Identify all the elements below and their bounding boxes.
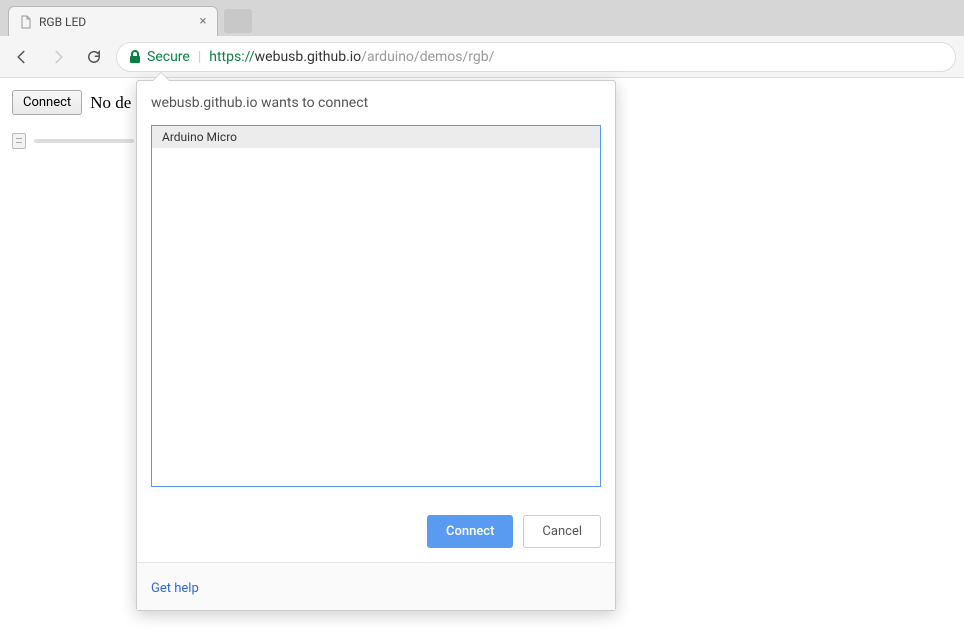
secure-label: Secure xyxy=(147,49,190,65)
url-host: webusb.github.io xyxy=(255,49,362,65)
lock-icon xyxy=(129,50,141,64)
tab-title: RGB LED xyxy=(39,15,86,29)
url-separator: | xyxy=(198,49,201,65)
reload-button[interactable] xyxy=(80,43,108,71)
device-list-item[interactable]: Arduino Micro xyxy=(152,126,600,148)
get-help-link[interactable]: Get help xyxy=(151,581,199,596)
dialog-connect-button[interactable]: Connect xyxy=(427,515,513,548)
forward-button xyxy=(44,43,72,71)
secure-badge[interactable]: Secure xyxy=(129,49,190,65)
tab-bar: RGB LED × xyxy=(0,0,964,36)
page-icon xyxy=(19,15,33,29)
device-list[interactable]: Arduino Micro xyxy=(151,125,601,487)
back-button[interactable] xyxy=(8,43,36,71)
dialog-title: webusb.github.io wants to connect xyxy=(151,95,601,111)
page-connect-button[interactable]: Connect xyxy=(12,90,82,115)
url-text: https://webusb.github.io/arduino/demos/r… xyxy=(209,49,494,65)
close-tab-icon[interactable]: × xyxy=(197,16,209,28)
url-path: /arduino/demos/rgb/ xyxy=(361,49,494,65)
browser-tab[interactable]: RGB LED × xyxy=(8,6,218,36)
url-scheme: https xyxy=(209,49,241,65)
dialog-cancel-button[interactable]: Cancel xyxy=(523,515,601,548)
webusb-chooser-dialog: webusb.github.io wants to connect Arduin… xyxy=(136,80,616,611)
browser-toolbar: Secure | https://webusb.github.io/arduin… xyxy=(0,36,964,78)
slider-input[interactable] xyxy=(34,139,134,143)
new-tab-button[interactable] xyxy=(224,9,252,33)
address-bar[interactable]: Secure | https://webusb.github.io/arduin… xyxy=(116,42,956,72)
slider-icon xyxy=(12,133,26,149)
page-status-text: No de xyxy=(90,93,131,113)
